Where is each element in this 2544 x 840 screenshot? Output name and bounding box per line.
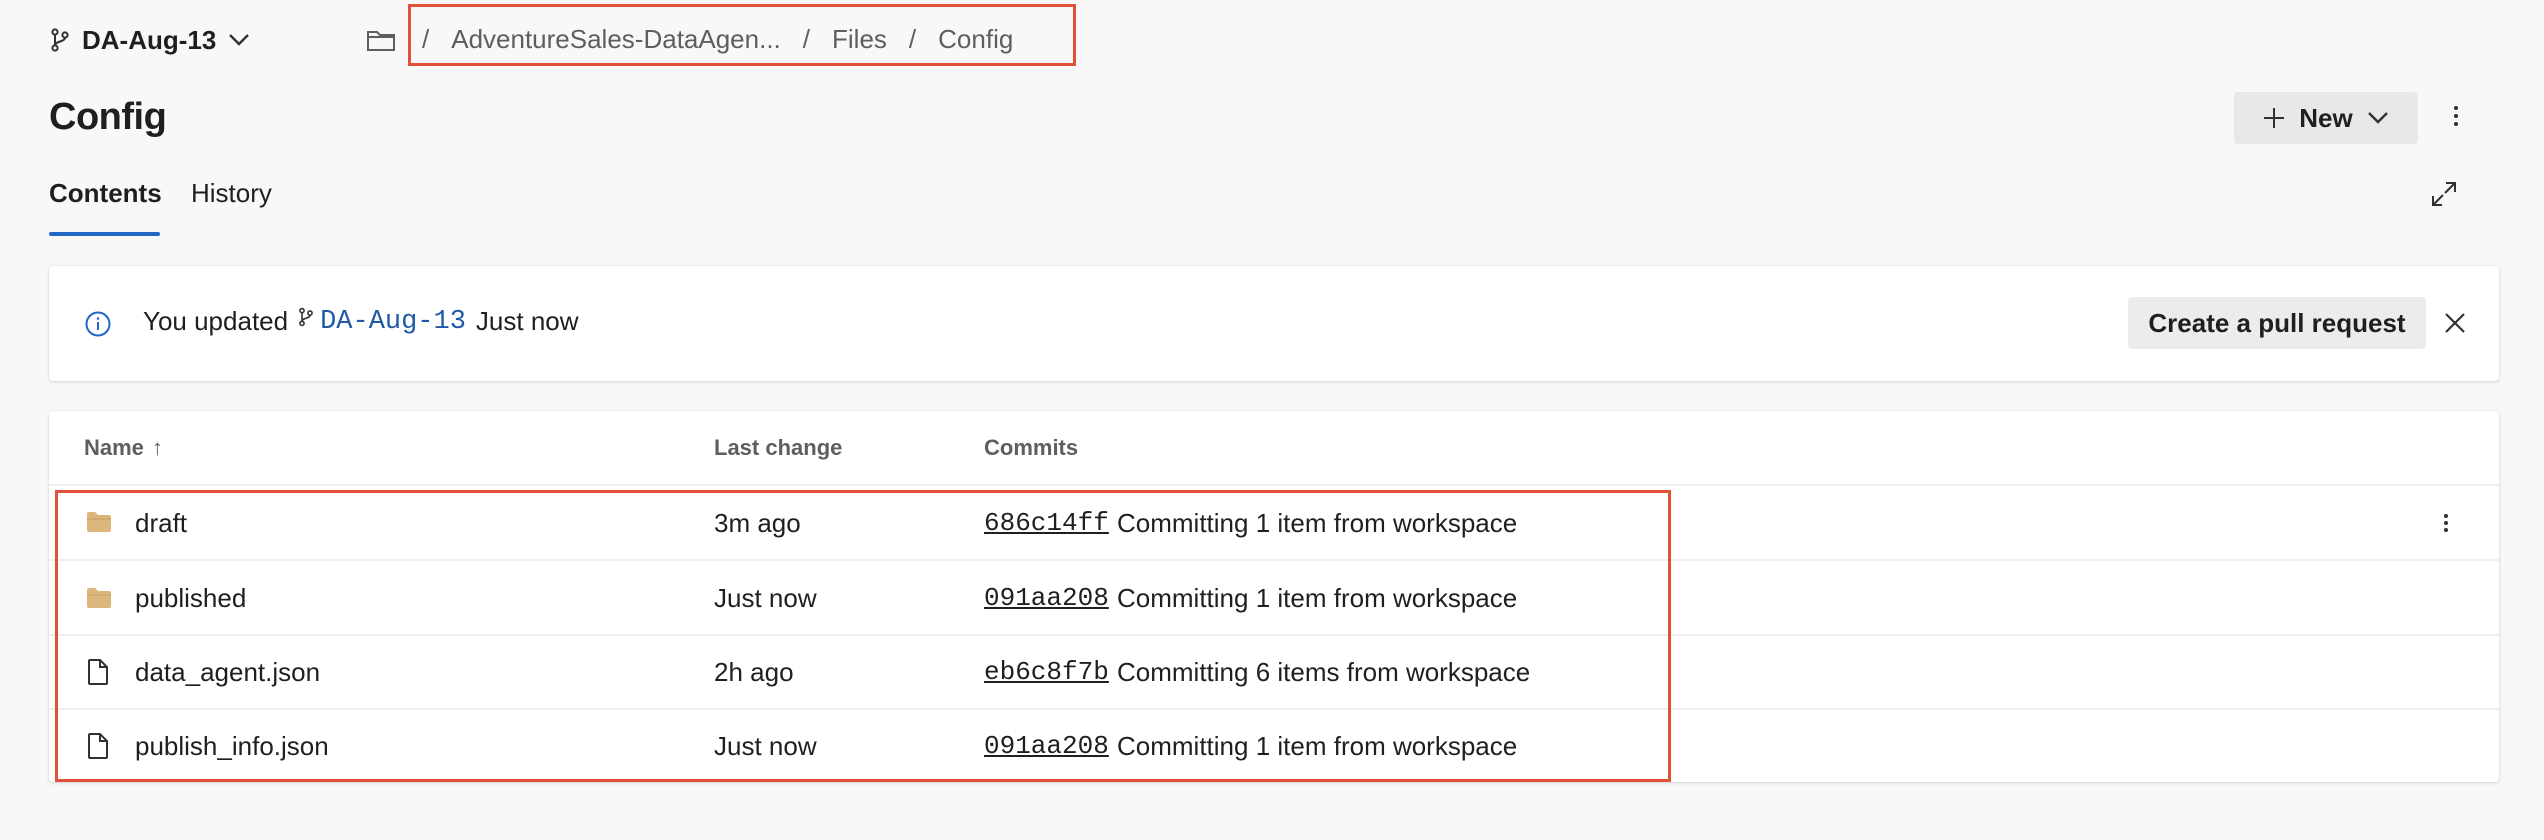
page-title: Config [49,96,167,138]
folder-outline-icon [366,28,396,52]
expand-icon[interactable] [2430,180,2458,208]
column-header-name[interactable]: Name ↑ [84,435,163,461]
column-header-commits[interactable]: Commits [984,435,1078,461]
banner-message: You updated DA-Aug-13 Just now [143,306,579,337]
new-button-label: New [2299,102,2353,133]
branch-selector[interactable]: DA-Aug-13 [50,22,250,58]
sort-ascending-icon: ↑ [151,435,163,460]
rows-highlight [55,490,1671,782]
column-header-name-label: Name [84,435,144,460]
info-icon [84,310,112,338]
branch-icon [50,28,70,52]
tab-contents[interactable]: Contents [49,178,162,209]
banner-prefix: You updated [143,306,289,336]
breadcrumb-separator: / [422,24,430,54]
active-tab-indicator [49,232,160,236]
plus-icon [2263,107,2285,129]
breadcrumb-separator: / [802,24,811,54]
banner-suffix: Just now [475,306,579,336]
breadcrumb-item-config[interactable]: Config [938,24,1013,55]
breadcrumb-item-files[interactable]: Files [832,24,887,55]
tab-history[interactable]: History [191,178,272,209]
chevron-down-icon [2367,111,2389,125]
column-header-last-change[interactable]: Last change [714,435,842,461]
create-pull-request-button[interactable]: Create a pull request [2128,297,2426,349]
breadcrumb: / AdventureSales-DataAgen... / Files / C… [422,24,1013,55]
banner-branch-link[interactable]: DA-Aug-13 [320,307,466,337]
branch-icon [298,307,314,327]
breadcrumb-separator: / [908,24,917,54]
more-vertical-icon[interactable] [2452,104,2460,128]
branch-name: DA-Aug-13 [82,24,217,55]
chevron-down-icon [228,33,250,47]
close-icon[interactable] [2444,312,2466,334]
breadcrumb-item-repo[interactable]: AdventureSales-DataAgen... [451,24,781,55]
more-vertical-icon[interactable] [2442,512,2450,534]
new-button[interactable]: New [2234,92,2418,144]
